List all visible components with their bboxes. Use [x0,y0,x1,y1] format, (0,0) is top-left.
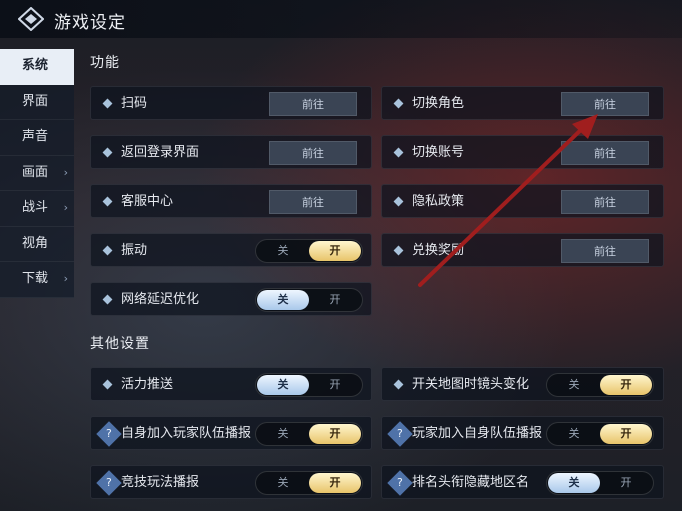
setting-label: 排名头衔隐藏地区名 [412,475,530,490]
toggle-off-option[interactable]: 关 [257,473,309,493]
setting-row-back-login: 返回登录界面 前往 [90,135,372,169]
setting-row-vibration: 振动 关 开 [90,233,372,267]
privacy-goto-button[interactable]: 前往 [561,190,649,214]
sidebar-item-label: 视角 [22,235,49,251]
setting-row-switch-account: 切换账号 前往 [381,135,664,169]
toggle-on-option[interactable]: 开 [309,424,361,444]
setting-label: 网络延迟优化 [121,292,200,307]
setting-label: 隐私政策 [412,194,465,209]
scan-goto-button[interactable]: 前往 [269,92,357,116]
setting-row-map-camera: 开关地图时镜头变化 关 开 [381,367,664,401]
sidebar-item-graphics[interactable]: 画面 › [0,155,74,191]
toggle-off-option[interactable]: 关 [257,375,309,395]
activity-push-toggle[interactable]: 关 开 [255,373,363,397]
setting-label: 扫码 [121,96,148,111]
switch-role-goto-button[interactable]: 前往 [561,92,649,116]
diamond-emblem-icon [18,7,44,31]
setting-row-hide-region: ? 排名头衔隐藏地区名 关 开 [381,465,664,499]
back-login-goto-button[interactable]: 前往 [269,141,357,165]
help-icon[interactable]: ? [96,470,122,496]
setting-label: 竞技玩法播报 [121,475,200,490]
diamond-bullet-icon [393,147,404,158]
network-toggle[interactable]: 关 开 [255,288,363,312]
map-camera-toggle[interactable]: 关 开 [546,373,654,397]
diamond-bullet-icon [102,147,113,158]
toggle-off-option[interactable]: 关 [548,375,600,395]
chevron-right-icon: › [63,165,68,179]
sidebar: 系统 界面 声音 画面 › 战斗 › 视角 下载 › [0,49,74,298]
setting-row-network: 网络延迟优化 关 开 [90,282,372,316]
setting-row-join-team-broadcast: ? 自身加入玩家队伍播报 关 开 [90,416,372,450]
help-icon[interactable]: ? [387,470,413,496]
diamond-bullet-icon [393,196,404,207]
sidebar-item-label: 界面 [22,93,49,109]
setting-label: 振动 [121,243,148,258]
toggle-on-option[interactable]: 开 [309,375,361,395]
setting-row-switch-role: 切换角色 前往 [381,86,664,120]
diamond-bullet-icon [102,294,113,305]
header-bar: 游戏设定 [0,0,682,38]
setting-label: 开关地图时镜头变化 [412,377,530,392]
setting-label: 活力推送 [121,377,174,392]
diamond-bullet-icon [393,379,404,390]
diamond-bullet-icon [102,379,113,390]
chevron-right-icon: › [63,272,68,285]
sidebar-item-label: 战斗 [22,200,49,215]
setting-row-activity-push: 活力推送 关 开 [90,367,372,401]
sidebar-item-camera[interactable]: 视角 [0,226,74,262]
toggle-off-option[interactable]: 关 [548,424,600,444]
help-icon[interactable]: ? [96,421,122,447]
join-team-broadcast-toggle[interactable]: 关 开 [255,422,363,446]
setting-row-customer-service: 客服中心 前往 [90,184,372,218]
arena-broadcast-toggle[interactable]: 关 开 [255,471,363,495]
section-title-other: 其他设置 [90,336,150,352]
setting-label: 切换角色 [412,96,465,111]
vibration-toggle[interactable]: 关 开 [255,239,363,263]
sidebar-item-download[interactable]: 下载 › [0,262,74,298]
switch-account-goto-button[interactable]: 前往 [561,141,649,165]
sidebar-item-label: 系统 [22,58,49,73]
help-icon[interactable]: ? [387,421,413,447]
setting-row-arena-broadcast: ? 竞技玩法播报 关 开 [90,465,372,499]
sidebar-item-interface[interactable]: 界面 [0,84,74,120]
sidebar-item-system[interactable]: 系统 [0,49,74,85]
sidebar-item-label: 声音 [22,129,49,144]
sidebar-item-label: 下载 [22,271,49,286]
sidebar-item-label: 画面 [22,164,49,180]
setting-row-player-join-broadcast: ? 玩家加入自身队伍播报 关 开 [381,416,664,450]
chevron-right-icon: › [63,201,68,214]
setting-label: 返回登录界面 [121,145,200,160]
toggle-off-option[interactable]: 关 [257,290,309,310]
diamond-bullet-icon [102,245,113,256]
toggle-on-option[interactable]: 开 [600,424,652,444]
toggle-on-option[interactable]: 开 [309,473,361,493]
toggle-on-option[interactable]: 开 [309,241,361,261]
setting-label: 自身加入玩家队伍播报 [121,426,252,441]
player-join-broadcast-toggle[interactable]: 关 开 [546,422,654,446]
customer-service-goto-button[interactable]: 前往 [269,190,357,214]
toggle-on-option[interactable]: 开 [600,375,652,395]
setting-row-redeem: 兑换奖励 前往 [381,233,664,267]
toggle-on-option[interactable]: 开 [600,473,652,493]
toggle-off-option[interactable]: 关 [257,241,309,261]
setting-label: 兑换奖励 [412,243,465,258]
page-title: 游戏设定 [54,13,126,33]
diamond-bullet-icon [102,98,113,109]
toggle-on-option[interactable]: 开 [309,290,361,310]
diamond-bullet-icon [393,98,404,109]
sidebar-item-sound[interactable]: 声音 [0,120,74,156]
toggle-off-option[interactable]: 关 [548,473,600,493]
toggle-off-option[interactable]: 关 [257,424,309,444]
setting-label: 玩家加入自身队伍播报 [412,426,543,441]
diamond-bullet-icon [102,196,113,207]
sidebar-item-combat[interactable]: 战斗 › [0,191,74,227]
setting-label: 客服中心 [121,194,174,209]
setting-row-privacy: 隐私政策 前往 [381,184,664,218]
setting-label: 切换账号 [412,145,465,160]
hide-region-toggle[interactable]: 关 开 [546,471,654,495]
section-title-function: 功能 [90,55,120,71]
redeem-goto-button[interactable]: 前往 [561,239,649,263]
diamond-bullet-icon [393,245,404,256]
setting-row-scan: 扫码 前往 [90,86,372,120]
